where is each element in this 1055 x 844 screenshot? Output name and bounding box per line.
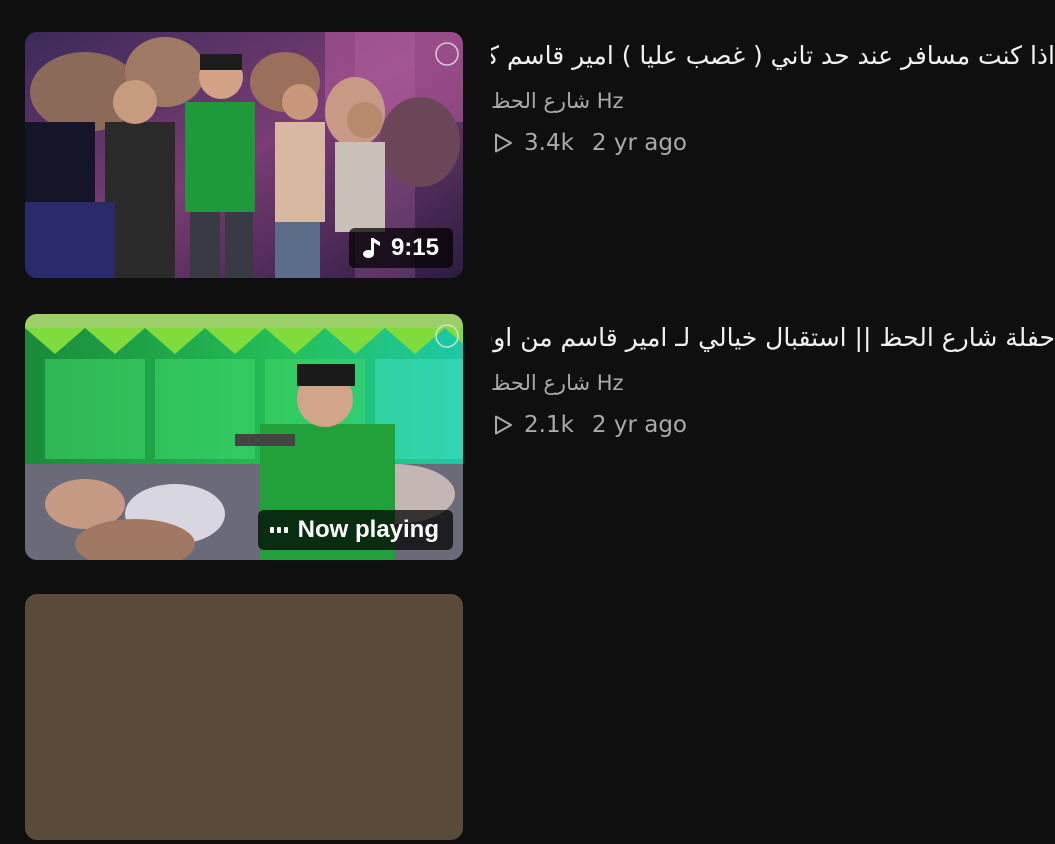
duration-badge: 9:15 — [348, 228, 453, 268]
video-thumbnail[interactable]: 9:15 — [25, 32, 463, 278]
video-title[interactable]: حفلة شارع الحظ || استقبال خيالي لـ امير … — [491, 318, 1055, 358]
upload-age: 2 yr ago — [591, 412, 687, 438]
play-outline-icon — [495, 415, 512, 435]
video-info[interactable]: اذا كنت مسافر عند حد تاني ( غصب عليا ) ا… — [491, 32, 1055, 278]
now-playing-text: Now playing — [297, 516, 439, 543]
view-count: 2.1k — [524, 412, 574, 438]
video-item[interactable]: Now playing حفلة شارع الحظ || استقبال خي… — [0, 314, 1055, 564]
video-list: 9:15 اذا كنت مسافر عند حد تاني ( غصب علي… — [0, 0, 1055, 840]
video-meta: 2.1k 2 yr ago — [491, 410, 687, 440]
video-thumbnail[interactable]: Now playing — [25, 314, 463, 560]
video-title[interactable]: اذا كنت مسافر عند حد تاني ( غصب عليا ) ا… — [491, 36, 1055, 76]
video-item[interactable] — [0, 594, 1055, 844]
video-thumbnail[interactable] — [25, 594, 463, 840]
video-item[interactable]: 9:15 اذا كنت مسافر عند حد تاني ( غصب علي… — [0, 32, 1055, 282]
now-playing-badge: Now playing — [257, 510, 453, 550]
video-meta: 3.4k 2 yr ago — [491, 128, 687, 158]
play-outline-icon — [495, 133, 512, 153]
channel-name[interactable]: شارع الحظ Hz — [491, 87, 624, 115]
channel-name[interactable]: شارع الحظ Hz — [491, 369, 624, 397]
view-count: 3.4k — [524, 130, 574, 156]
upload-age: 2 yr ago — [591, 130, 687, 156]
equalizer-icon — [269, 527, 288, 533]
duration-text: 9:15 — [390, 234, 439, 261]
music-note-icon — [362, 238, 380, 258]
video-info[interactable]: حفلة شارع الحظ || استقبال خيالي لـ امير … — [491, 314, 1055, 560]
